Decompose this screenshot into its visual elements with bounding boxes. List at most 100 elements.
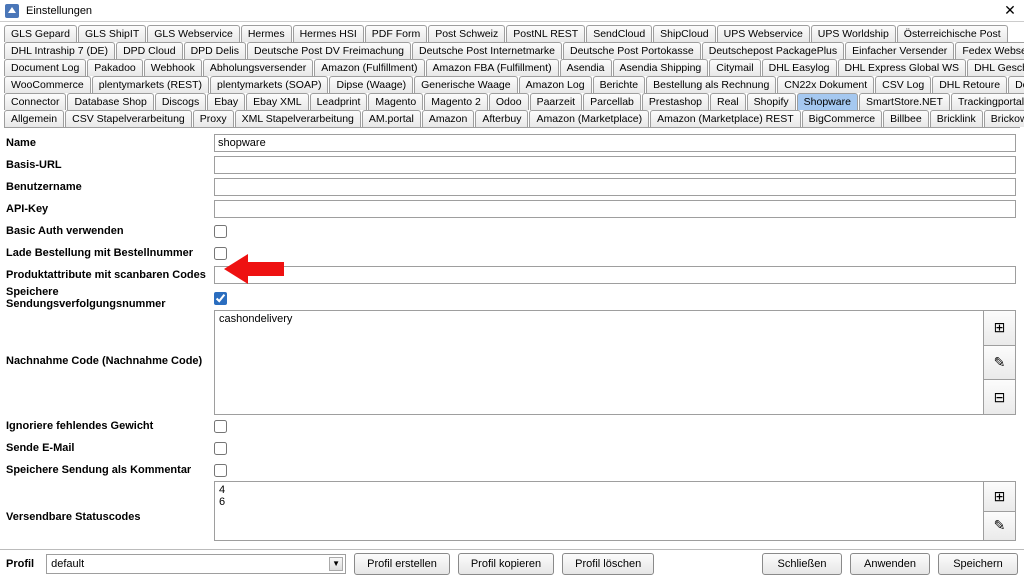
tab-paarzeit[interactable]: Paarzeit bbox=[530, 93, 583, 110]
tab-dhl-intraship-7-de-[interactable]: DHL Intraship 7 (DE) bbox=[4, 42, 115, 59]
tab-billbee[interactable]: Billbee bbox=[883, 110, 929, 127]
tab-ebay[interactable]: Ebay bbox=[207, 93, 245, 110]
tab-shipcloud[interactable]: ShipCloud bbox=[653, 25, 715, 42]
tab-asendia-shipping[interactable]: Asendia Shipping bbox=[613, 59, 709, 76]
profil-kopieren-button[interactable]: Profil kopieren bbox=[458, 553, 554, 575]
tab-document-downloader[interactable]: Document Downloader bbox=[1008, 76, 1024, 93]
tab-afterbuy[interactable]: Afterbuy bbox=[475, 110, 528, 127]
tab-deutschepost-packageplus[interactable]: Deutschepost PackagePlus bbox=[702, 42, 844, 59]
tab-bricklink[interactable]: Bricklink bbox=[930, 110, 983, 127]
tab-am-portal[interactable]: AM.portal bbox=[362, 110, 421, 127]
tab-allgemein[interactable]: Allgemein bbox=[4, 110, 64, 127]
tab-prestashop[interactable]: Prestashop bbox=[642, 93, 709, 110]
tab-sendcloud[interactable]: SendCloud bbox=[586, 25, 652, 42]
tab-generische-waage[interactable]: Generische Waage bbox=[414, 76, 518, 93]
tab-gls-webservice[interactable]: GLS Webservice bbox=[147, 25, 240, 42]
tab-amazon-log[interactable]: Amazon Log bbox=[519, 76, 592, 93]
anwenden-button[interactable]: Anwenden bbox=[850, 553, 930, 575]
lade-bestellung-checkbox[interactable] bbox=[214, 247, 227, 260]
tab-deutsche-post-internetmarke[interactable]: Deutsche Post Internetmarke bbox=[412, 42, 562, 59]
tab-amazon-fulfillment-[interactable]: Amazon (Fulfillment) bbox=[314, 59, 424, 76]
tab-discogs[interactable]: Discogs bbox=[155, 93, 206, 110]
edit-icon[interactable]: ✎ bbox=[984, 346, 1015, 381]
tab-magento[interactable]: Magento bbox=[368, 93, 423, 110]
tab-database-shop[interactable]: Database Shop bbox=[67, 93, 153, 110]
username-input[interactable] bbox=[214, 178, 1016, 196]
tab-pakadoo[interactable]: Pakadoo bbox=[87, 59, 142, 76]
tab-hermes-hsi[interactable]: Hermes HSI bbox=[293, 25, 364, 42]
tab-brickowl[interactable]: Brickowl bbox=[984, 110, 1024, 127]
tab-xml-stapelverarbeitung[interactable]: XML Stapelverarbeitung bbox=[235, 110, 361, 127]
schliessen-button[interactable]: Schließen bbox=[762, 553, 842, 575]
tab-amazon-marketplace-[interactable]: Amazon (Marketplace) bbox=[529, 110, 649, 127]
tab-fedex-webservice[interactable]: Fedex Webservice bbox=[955, 42, 1024, 59]
speichere-sv-checkbox[interactable] bbox=[214, 292, 227, 305]
produktattribute-input[interactable] bbox=[214, 266, 1016, 284]
tab-citymail[interactable]: Citymail bbox=[709, 59, 760, 76]
tab-magento-2[interactable]: Magento 2 bbox=[424, 93, 488, 110]
tab-deutsche-post-portokasse[interactable]: Deutsche Post Portokasse bbox=[563, 42, 701, 59]
tab-cn22x-dokument[interactable]: CN22x Dokument bbox=[777, 76, 874, 93]
tab-bigcommerce[interactable]: BigCommerce bbox=[802, 110, 883, 127]
tab-amazon-marketplace-rest[interactable]: Amazon (Marketplace) REST bbox=[650, 110, 801, 127]
tab-plentymarkets-rest-[interactable]: plentymarkets (REST) bbox=[92, 76, 209, 93]
tab-abholungsversender[interactable]: Abholungsversender bbox=[203, 59, 313, 76]
tab-deutsche-post-dv-freimachung[interactable]: Deutsche Post DV Freimachung bbox=[247, 42, 411, 59]
ignoriere-gewicht-checkbox[interactable] bbox=[214, 420, 227, 433]
profil-erstellen-button[interactable]: Profil erstellen bbox=[354, 553, 450, 575]
tab-dipse-waage-[interactable]: Dipse (Waage) bbox=[329, 76, 413, 93]
tab-einfacher-versender[interactable]: Einfacher Versender bbox=[845, 42, 954, 59]
basis-url-input[interactable] bbox=[214, 156, 1016, 174]
tab-dhl-gesch-ftskundenversand[interactable]: DHL Geschäftskundenversand bbox=[967, 59, 1024, 76]
tab-csv-stapelverarbeitung[interactable]: CSV Stapelverarbeitung bbox=[65, 110, 192, 127]
tab-amazon-fba-fulfillment-[interactable]: Amazon FBA (Fulfillment) bbox=[426, 59, 559, 76]
edit-icon[interactable]: ✎ bbox=[984, 512, 1015, 541]
tab-post-schweiz[interactable]: Post Schweiz bbox=[428, 25, 505, 42]
speichern-button[interactable]: Speichern bbox=[938, 553, 1018, 575]
sende-email-checkbox[interactable] bbox=[214, 442, 227, 455]
tab-asendia[interactable]: Asendia bbox=[560, 59, 612, 76]
tab-parcellab[interactable]: Parcellab bbox=[583, 93, 641, 110]
tab-amazon[interactable]: Amazon bbox=[422, 110, 475, 127]
tab-gls-shipit[interactable]: GLS ShipIT bbox=[78, 25, 146, 42]
tab-berichte[interactable]: Berichte bbox=[593, 76, 646, 93]
add-icon[interactable]: ⊞ bbox=[984, 311, 1015, 346]
tab-odoo[interactable]: Odoo bbox=[489, 93, 529, 110]
tab-pdf-form[interactable]: PDF Form bbox=[365, 25, 427, 42]
tab-leadprint[interactable]: Leadprint bbox=[310, 93, 368, 110]
tab--sterreichische-post[interactable]: Österreichische Post bbox=[897, 25, 1008, 42]
tab-dpd-delis[interactable]: DPD Delis bbox=[184, 42, 246, 59]
tab-ups-webservice[interactable]: UPS Webservice bbox=[717, 25, 810, 42]
tab-trackingportal[interactable]: Trackingportal bbox=[951, 93, 1024, 110]
tab-dhl-retoure[interactable]: DHL Retoure bbox=[932, 76, 1007, 93]
nachnahme-listbox[interactable]: cashondelivery ⊞ ✎ ⊟ bbox=[214, 310, 1016, 415]
close-icon[interactable]: ✕ bbox=[1000, 1, 1020, 21]
tab-document-log[interactable]: Document Log bbox=[4, 59, 86, 76]
tab-shopware[interactable]: Shopware bbox=[797, 93, 858, 110]
tab-dhl-easylog[interactable]: DHL Easylog bbox=[762, 59, 837, 76]
tab-ups-worldship[interactable]: UPS Worldship bbox=[811, 25, 896, 42]
basic-auth-checkbox[interactable] bbox=[214, 225, 227, 238]
add-icon[interactable]: ⊞ bbox=[984, 482, 1015, 512]
tab-shopify[interactable]: Shopify bbox=[747, 93, 796, 110]
tab-dhl-express-global-ws[interactable]: DHL Express Global WS bbox=[838, 59, 967, 76]
tab-hermes[interactable]: Hermes bbox=[241, 25, 292, 42]
statuscodes-listbox[interactable]: 4 6 ⊞ ✎ bbox=[214, 481, 1016, 541]
tab-csv-log[interactable]: CSV Log bbox=[875, 76, 931, 93]
tab-woocommerce[interactable]: WooCommerce bbox=[4, 76, 91, 93]
tab-plentymarkets-soap-[interactable]: plentymarkets (SOAP) bbox=[210, 76, 328, 93]
tab-webhook[interactable]: Webhook bbox=[144, 59, 202, 76]
speichere-kommentar-checkbox[interactable] bbox=[214, 464, 227, 477]
tab-postnl-rest[interactable]: PostNL REST bbox=[506, 25, 585, 42]
tab-bestellung-als-rechnung[interactable]: Bestellung als Rechnung bbox=[646, 76, 776, 93]
tab-ebay-xml[interactable]: Ebay XML bbox=[246, 93, 308, 110]
tab-gls-gepard[interactable]: GLS Gepard bbox=[4, 25, 77, 42]
profil-loeschen-button[interactable]: Profil löschen bbox=[562, 553, 654, 575]
profil-dropdown[interactable]: default ▼ bbox=[46, 554, 346, 574]
tab-real[interactable]: Real bbox=[710, 93, 746, 110]
remove-icon[interactable]: ⊟ bbox=[984, 380, 1015, 414]
tab-smartstore-net[interactable]: SmartStore.NET bbox=[859, 93, 950, 110]
name-input[interactable] bbox=[214, 134, 1016, 152]
tab-connector[interactable]: Connector bbox=[4, 93, 66, 110]
apikey-input[interactable] bbox=[214, 200, 1016, 218]
